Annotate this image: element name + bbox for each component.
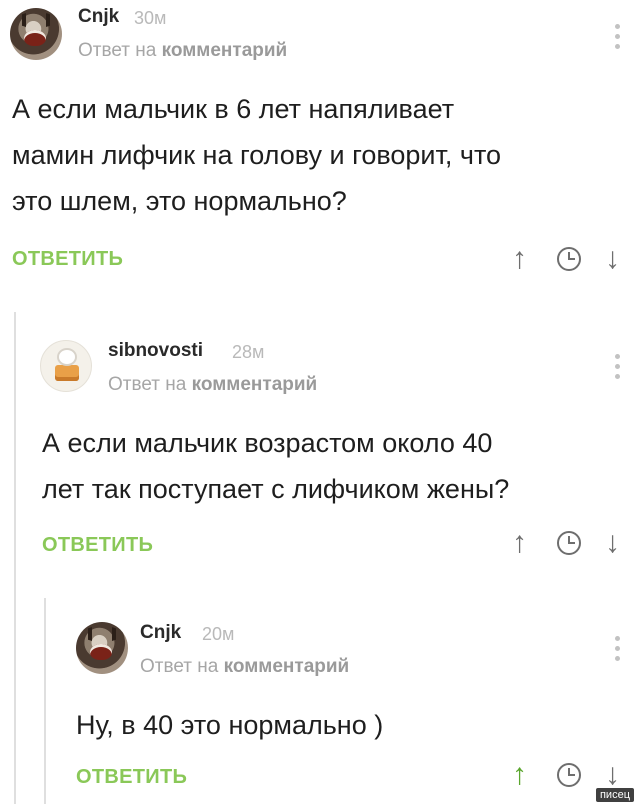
username[interactable]: Cnjk [140,622,181,644]
arrow-down-icon[interactable]: ↓ [605,528,620,558]
arrow-up-icon[interactable]: ↑ [512,528,527,558]
comment-text-line: мамин лифчик на голову и говорит, что [12,140,502,170]
comment-text: А если мальчик возрастом около 40 лет та… [42,420,509,512]
comment-text: А если мальчик в 6 лет напяливает мамин … [12,86,501,224]
arrow-down-icon[interactable]: ↓ [605,760,620,790]
reply-button[interactable]: ОТВЕТИТЬ [42,534,153,557]
arrow-up-icon[interactable]: ↑ [512,760,527,790]
clock-icon[interactable] [557,247,581,271]
comment-time: 20м [202,624,235,644]
comment: Cnjk 30м Ответ на комментарий А если мал… [0,0,640,292]
more-vertical-icon[interactable] [612,636,622,666]
clock-icon[interactable] [557,531,581,555]
comment-text-line: А если мальчик возрастом около 40 [42,428,493,458]
reply-button[interactable]: ОТВЕТИТЬ [76,766,187,789]
comment-text: Ну, в 40 это нормально ) [76,702,383,748]
comment-time: 30м [134,8,167,28]
username[interactable]: sibnovosti [108,340,203,362]
reply-prefix: Ответ на [78,40,157,61]
reply-button[interactable]: ОТВЕТИТЬ [12,248,123,271]
user-avatar[interactable] [10,8,62,60]
reply-to-label: Ответ на комментарий [140,656,349,678]
reply-target-link[interactable]: комментарий [162,40,288,61]
comment-text-line: А если мальчик в 6 лет напяливает [12,94,455,124]
username[interactable]: Cnjk [78,6,119,28]
reply-target-link[interactable]: комментарий [192,374,318,395]
comment: Cnjk 20м Ответ на комментарий Ну, в 40 э… [0,590,640,804]
user-avatar[interactable] [76,622,128,674]
comment-text-line: Ну, в 40 это нормально ) [76,710,384,740]
user-avatar[interactable] [40,340,92,392]
more-vertical-icon[interactable] [612,24,622,54]
more-vertical-icon[interactable] [612,354,622,384]
comment-text-line: лет так поступает с лифчиком жены? [42,474,510,504]
comment: sibnovosti 28м Ответ на комментарий А ес… [0,312,640,582]
reply-to-label: Ответ на комментарий [108,374,317,396]
arrow-down-icon[interactable]: ↓ [605,244,620,274]
clock-icon[interactable] [557,763,581,787]
watermark: писец [595,788,634,802]
reply-prefix: Ответ на [140,656,219,677]
reply-target-link[interactable]: комментарий [224,656,350,677]
comment-time: 28м [232,342,265,362]
comment-text-line: это шлем, это нормально? [12,186,347,216]
reply-prefix: Ответ на [108,374,187,395]
reply-to-label: Ответ на комментарий [78,40,287,62]
arrow-up-icon[interactable]: ↑ [512,244,527,274]
